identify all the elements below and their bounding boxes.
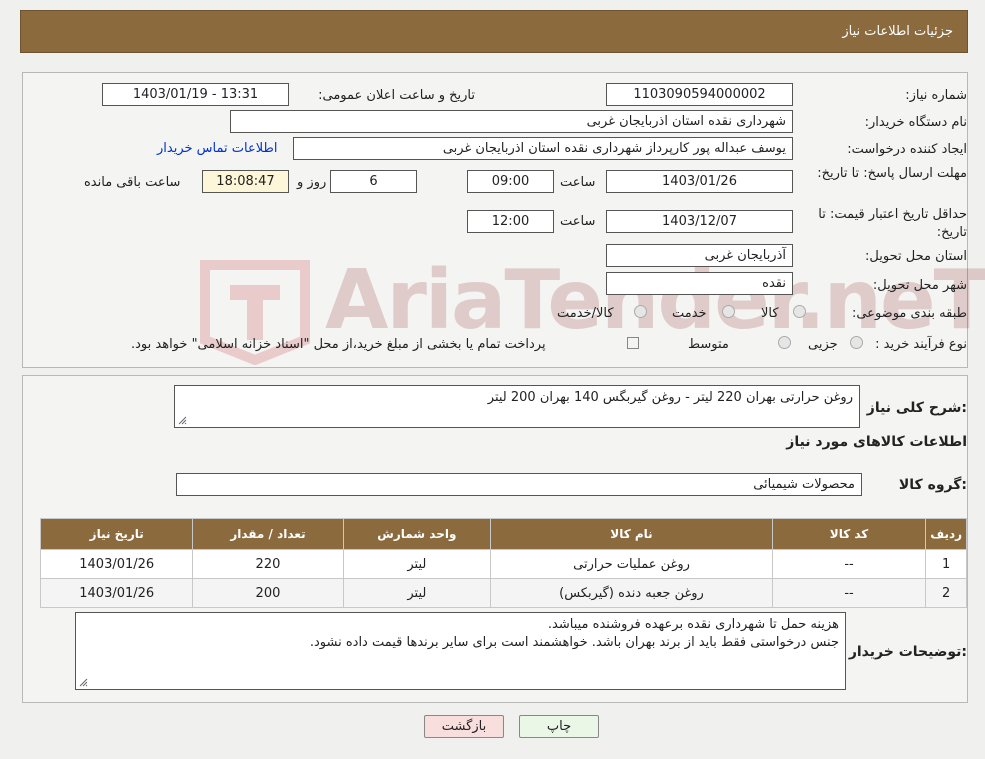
announce-datetime-label: تاریخ و ساعت اعلان عمومی:: [318, 88, 475, 103]
cell-need-date: 1403/01/26: [39, 549, 194, 579]
summary-text: روغن حرارتی بهران 220 لیتر - روغن گیربگس…: [487, 390, 853, 405]
buyer-org-field: شهرداری نقده استان اذربایجان غربی: [230, 110, 793, 133]
category-goods-service-radio[interactable]: [634, 305, 647, 318]
col-item-name: نام کالا: [490, 518, 773, 550]
summary-label: شرح کلی نیاز:: [866, 400, 967, 416]
process-medium-radio[interactable]: [778, 336, 791, 349]
reply-time-label: ساعت: [560, 175, 596, 190]
province-field: آذربایجان غربی: [606, 244, 793, 267]
buyer-notes-textarea[interactable]: هزینه حمل تا شهرداری نقده برعهده فروشنده…: [75, 612, 846, 690]
process-type-label: نوع فرآیند خرید :: [875, 337, 967, 352]
category-goods-radio[interactable]: [793, 305, 806, 318]
cell-row-number: 1: [925, 549, 967, 579]
table-row: 1 -- روغن عملیات حرارتی لیتر 220 1403/01…: [39, 549, 967, 579]
goods-table: ردیف کد کالا نام کالا واحد شمارش تعداد /…: [39, 518, 967, 608]
col-need-date: تاریخ نیاز: [39, 518, 194, 550]
payment-note: پرداخت تمام یا بخشی از مبلغ خرید،از محل …: [131, 337, 546, 352]
requester-field: یوسف عبداله پور کارپرداز شهرداری نقده اس…: [293, 137, 793, 160]
buyer-notes-line-2: جنس درخواستی فقط باید از برند بهران باشد…: [309, 635, 839, 650]
reply-time-field: 09:00: [467, 170, 554, 193]
summary-textarea[interactable]: روغن حرارتی بهران 220 لیتر - روغن گیربگس…: [174, 385, 860, 428]
cell-item-name: روغن عملیات حرارتی: [490, 549, 773, 579]
resize-grip-icon: [79, 678, 88, 687]
day-and-label: روز و: [297, 175, 327, 190]
validity-date-field: 1403/12/07: [606, 210, 793, 233]
goods-group-field: محصولات شیمیائی: [176, 473, 862, 496]
announce-datetime-field: 1403/01/19 - 13:31: [102, 83, 289, 106]
page-title: جزئیات اطلاعات نیاز: [842, 24, 953, 39]
process-partial-label: جزیی: [808, 337, 838, 352]
col-unit: واحد شمارش: [342, 518, 492, 550]
city-field: نقده: [606, 272, 793, 295]
time-remaining-label: ساعت باقی مانده: [84, 175, 181, 190]
cell-item-code: --: [771, 549, 927, 579]
category-label: طبقه بندی موضوعی:: [851, 306, 967, 321]
category-goods-service-label: کالا/خدمت: [557, 306, 614, 321]
time-left-field: 18:08:47: [202, 170, 289, 193]
validity-time-label: ساعت: [560, 214, 596, 229]
need-number-field: 1103090594000002: [606, 83, 793, 106]
cell-need-date: 1403/01/26: [39, 578, 194, 608]
page-header: جزئیات اطلاعات نیاز: [20, 10, 968, 53]
process-medium-label: متوسط: [688, 337, 729, 352]
print-button[interactable]: چاپ: [519, 715, 599, 738]
col-row-number: ردیف: [925, 518, 967, 550]
cell-item-code: --: [771, 578, 927, 608]
cell-quantity: 200: [192, 578, 344, 608]
col-item-code: کد کالا: [771, 518, 927, 550]
city-label: شهر محل تحویل:: [872, 278, 967, 293]
goods-table-header: ردیف کد کالا نام کالا واحد شمارش تعداد /…: [39, 518, 967, 550]
cell-item-name: روغن جعبه دنده (گیربکس): [490, 578, 773, 608]
buyer-notes-label: توضیحات خریدار:: [848, 644, 967, 660]
category-goods-label: کالا: [761, 306, 779, 321]
cell-unit: لیتر: [342, 578, 492, 608]
process-partial-radio[interactable]: [850, 336, 863, 349]
cell-row-number: 2: [925, 578, 967, 608]
buyer-notes-line-1: هزینه حمل تا شهرداری نقده برعهده فروشنده…: [547, 617, 839, 632]
resize-grip-icon: [178, 416, 187, 425]
price-validity-label: حداقل تاریخ اعتبار قیمت: تا تاریخ:: [818, 207, 967, 240]
province-label: استان محل تحویل:: [865, 249, 967, 264]
back-button[interactable]: بازگشت: [424, 715, 504, 738]
category-service-label: خدمت: [672, 306, 707, 321]
buyer-org-label: نام دستگاه خریدار:: [864, 115, 967, 130]
validity-time-field: 12:00: [467, 210, 554, 233]
need-number-label: شماره نیاز:: [905, 88, 967, 103]
cell-unit: لیتر: [342, 549, 492, 579]
col-quantity: تعداد / مقدار: [192, 518, 344, 550]
days-left-field: 6: [330, 170, 417, 193]
cell-quantity: 220: [192, 549, 344, 579]
buyer-contact-link[interactable]: اطلاعات تماس خریدار: [157, 141, 277, 156]
goods-group-label: گروه کالا:: [898, 477, 967, 493]
requester-label: ایجاد کننده درخواست:: [847, 142, 967, 157]
table-row: 2 -- روغن جعبه دنده (گیربکس) لیتر 200 14…: [39, 578, 967, 608]
category-service-radio[interactable]: [722, 305, 735, 318]
reply-deadline-label: مهلت ارسال پاسخ: تا تاریخ:: [817, 166, 967, 181]
goods-info-heading: اطلاعات کالاهای مورد نیاز: [786, 434, 967, 450]
payment-checkbox[interactable]: [627, 337, 639, 349]
reply-date-field: 1403/01/26: [606, 170, 793, 193]
